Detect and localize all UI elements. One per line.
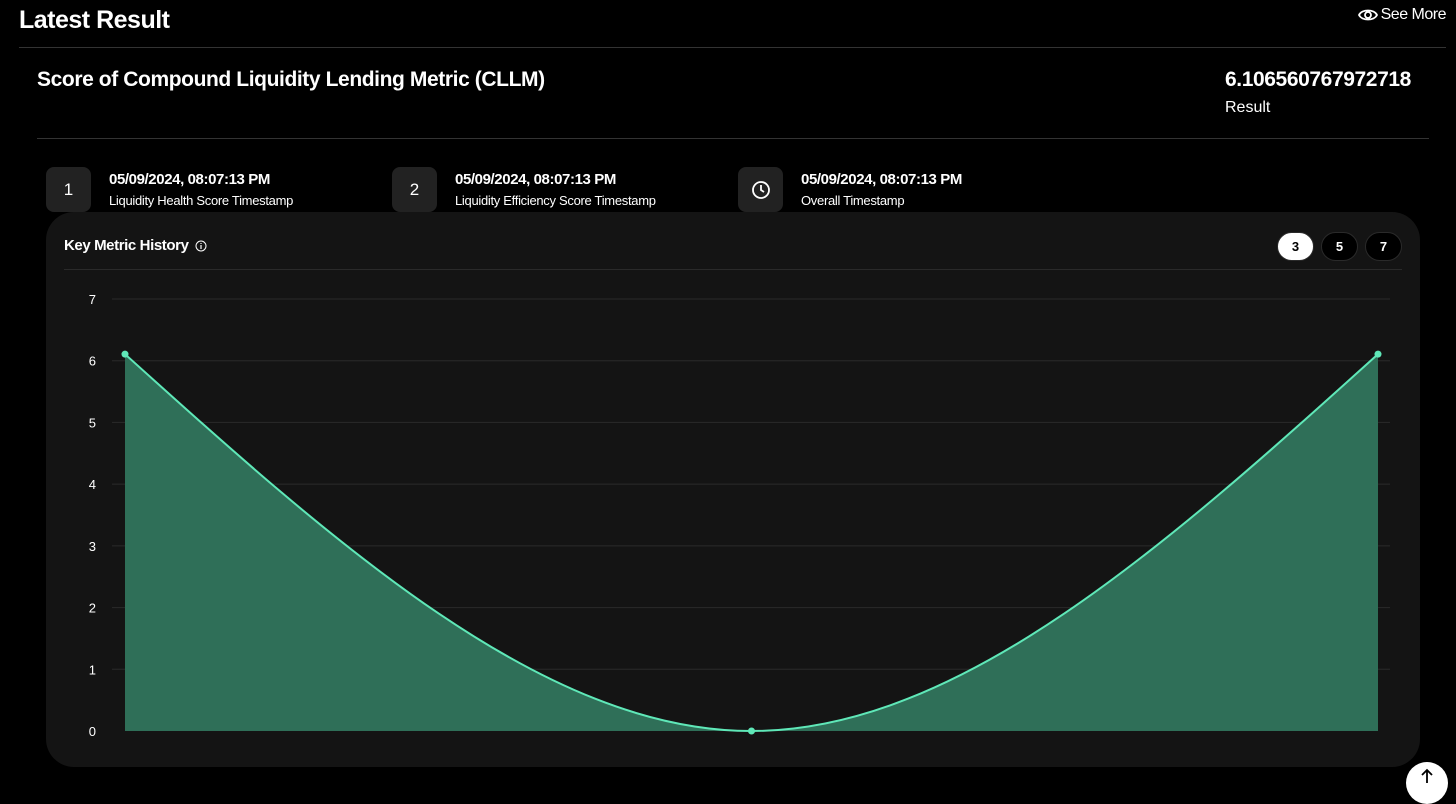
clock-icon xyxy=(738,167,783,212)
area-fill xyxy=(125,354,1378,731)
timestamp-label: Liquidity Health Score Timestamp xyxy=(109,193,294,208)
y-tick-label: 5 xyxy=(89,415,96,430)
timestamp-overall: 05/09/2024, 08:07:13 PM Overall Timestamp xyxy=(738,167,962,212)
eye-icon xyxy=(1357,9,1378,21)
data-point[interactable] xyxy=(121,350,129,358)
data-point[interactable] xyxy=(1374,350,1382,358)
timestamp-date: 05/09/2024, 08:07:13 PM xyxy=(109,171,270,188)
timestamp-health: 1 05/09/2024, 08:07:13 PM Liquidity Healt… xyxy=(46,167,293,212)
y-tick-label: 4 xyxy=(89,477,96,492)
result-label: Result xyxy=(1225,99,1271,116)
timestamp-label: Liquidity Efficiency Score Timestamp xyxy=(455,193,656,208)
badge-1: 1 xyxy=(46,167,91,212)
timestamp-efficiency: 2 05/09/2024, 08:07:13 PM Liquidity Effic… xyxy=(392,167,656,212)
y-tick-label: 1 xyxy=(89,662,96,677)
metric-name: Score of Compound Liquidity Lending Metr… xyxy=(37,68,545,91)
see-more-label: See More xyxy=(1380,6,1447,23)
timestamp-date: 05/09/2024, 08:07:13 PM xyxy=(801,171,962,188)
divider xyxy=(19,47,1446,48)
data-point[interactable] xyxy=(748,727,755,735)
history-chart: 0 1 2 3 4 5 6 7 xyxy=(89,292,1390,739)
key-metric-history-card: Key Metric History 3 5 7 01234567 xyxy=(46,212,1420,767)
divider xyxy=(37,138,1429,139)
y-tick-label: 3 xyxy=(89,539,96,554)
see-more-button[interactable]: See More xyxy=(1357,6,1447,24)
badge-2: 2 xyxy=(392,167,437,212)
page-title: Latest Result xyxy=(19,6,170,34)
result-value: 6.106560767972718 xyxy=(1225,68,1411,91)
result-block: 6.106560767972718 Result xyxy=(1225,68,1411,117)
y-tick-label: 7 xyxy=(89,292,96,307)
timestamp-date: 05/09/2024, 08:07:13 PM xyxy=(455,171,616,188)
scroll-top-button[interactable] xyxy=(1406,762,1448,804)
y-tick-label: 6 xyxy=(89,354,96,369)
y-tick-label: 0 xyxy=(89,724,96,739)
y-tick-label: 2 xyxy=(89,601,96,616)
arrow-up-icon xyxy=(1421,768,1433,783)
timestamp-label: Overall Timestamp xyxy=(801,193,905,208)
